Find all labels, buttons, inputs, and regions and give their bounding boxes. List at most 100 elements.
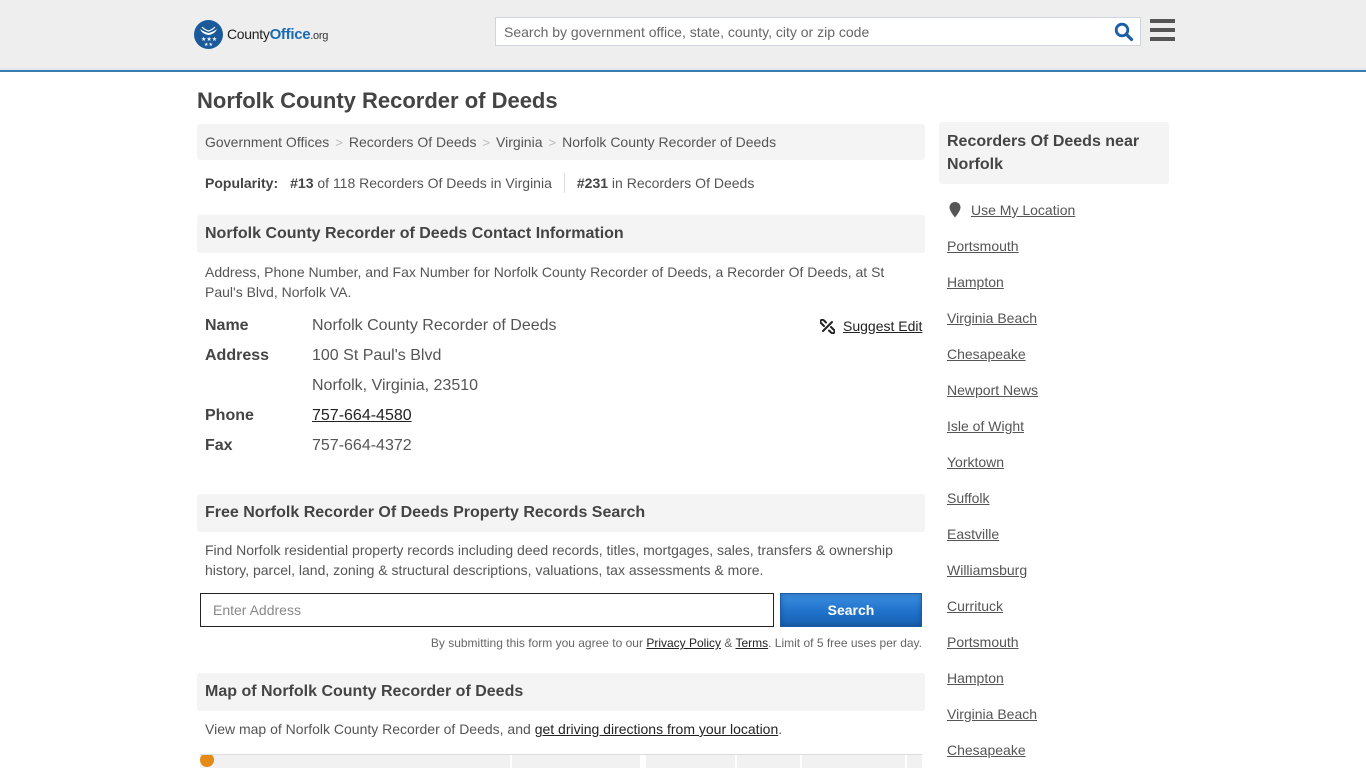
nearby-link-yorktown[interactable]: Yorktown [947, 454, 1004, 470]
eagle-stars-logo-icon: ★★★ ★★ [194, 20, 223, 49]
nearby-link-portsmouth-2[interactable]: Portsmouth [947, 634, 1019, 650]
state-rank-text: of 118 Recorders Of Deeds in Virginia [313, 175, 552, 191]
sidebar-heading: Recorders Of Deeds near Norfolk [939, 122, 1169, 184]
fax-label: Fax [205, 437, 233, 454]
breadcrumb-separator: > [482, 135, 491, 150]
restaurant-poi-icon[interactable] [200, 755, 214, 767]
national-rank-text: in Recorders Of Deeds [608, 175, 755, 191]
logo-text: CountyOffice.org [227, 26, 328, 43]
address-line1: 100 St Paul's Blvd [312, 347, 442, 364]
address-label: Address [205, 347, 270, 364]
privacy-policy-link[interactable]: Privacy Policy [646, 636, 721, 650]
phone-link[interactable]: 757-664-4580 [312, 407, 412, 424]
map-road [905, 755, 907, 768]
map-description: View map of Norfolk County Recorder of D… [205, 719, 905, 739]
breadcrumb-item-virginia[interactable]: Virginia [496, 134, 542, 150]
map-pin-icon [949, 202, 961, 218]
contact-info-heading: Norfolk County Recorder of Deeds Contact… [197, 215, 925, 253]
disclaimer-text: By submitting this form you agree to our [430, 636, 647, 650]
nearby-link-isle-of-wight[interactable]: Isle of Wight [947, 418, 1024, 434]
map-road [510, 755, 512, 768]
address-line2: Norfolk, Virginia, 23510 [312, 377, 479, 394]
nearby-offices-list: Portsmouth Hampton Virginia Beach Chesap… [947, 238, 1038, 778]
nearby-link-eastville[interactable]: Eastville [947, 526, 999, 542]
hamburger-menu-icon[interactable] [1150, 19, 1175, 41]
map-heading: Map of Norfolk County Recorder of Deeds [197, 673, 925, 711]
suggest-edit-link[interactable]: Suggest Edit [820, 318, 922, 334]
nearby-link-chesapeake[interactable]: Chesapeake [947, 346, 1026, 362]
info-row-address-2: Norfolk, Virginia, 23510 [205, 377, 478, 395]
disclaimer-text: . Limit of 5 free uses per day. [768, 636, 922, 650]
list-item: Yorktown [947, 454, 1038, 490]
property-search-heading: Free Norfolk Recorder Of Deeds Property … [197, 494, 925, 532]
use-my-location-link[interactable]: Use My Location [949, 202, 1075, 218]
contact-description: Address, Phone Number, and Fax Number fo… [205, 264, 885, 300]
site-logo[interactable]: ★★★ ★★ CountyOffice.org [194, 20, 328, 49]
state-rank: #13 of 118 Recorders Of Deeds in Virgini… [290, 175, 552, 191]
nearby-link-williamsburg[interactable]: Williamsburg [947, 562, 1027, 578]
menu-bar [1150, 37, 1175, 41]
site-search-input[interactable] [496, 18, 1106, 45]
name-value: Norfolk County Recorder of Deeds [312, 317, 557, 334]
nearby-link-currituck[interactable]: Currituck [947, 598, 1003, 614]
nearby-link-virginia-beach[interactable]: Virginia Beach [947, 310, 1037, 326]
nearby-link-hampton-2[interactable]: Hampton [947, 670, 1004, 686]
list-item: Virginia Beach [947, 706, 1038, 742]
popularity-bar: Popularity: #13 of 118 Recorders Of Deed… [205, 173, 754, 193]
list-item: Williamsburg [947, 562, 1038, 598]
breadcrumb-separator: > [335, 135, 343, 150]
list-item: Portsmouth [947, 634, 1038, 670]
popularity-divider [563, 173, 565, 193]
map-road [735, 755, 737, 768]
menu-bar [1150, 28, 1175, 32]
national-rank-number: #231 [576, 175, 609, 191]
list-item: Isle of Wight [947, 418, 1038, 454]
nearby-link-virginia-beach-2[interactable]: Virginia Beach [947, 706, 1037, 722]
nearby-link-chesapeake-2[interactable]: Chesapeake [947, 742, 1026, 758]
breadcrumb-item-recorders-of-deeds[interactable]: Recorders Of Deeds [349, 134, 477, 150]
disclaimer-text: & [721, 636, 736, 650]
breadcrumb-item-current: Norfolk County Recorder of Deeds [562, 134, 777, 150]
list-item: Virginia Beach [947, 310, 1038, 346]
name-label: Name [205, 317, 249, 334]
list-item: Suffolk [947, 490, 1038, 526]
popularity-label: Popularity: [205, 175, 279, 191]
logo-text-office: Office [269, 26, 311, 43]
breadcrumb: Government Offices > Recorders Of Deeds > Vi… [197, 124, 925, 160]
info-row-address: Address 100 St Paul's Blvd [205, 347, 441, 365]
driving-directions-link[interactable]: get driving directions from your locatio… [535, 721, 779, 737]
info-row-name: Name Norfolk County Recorder of Deeds [205, 317, 557, 335]
site-header: ★★★ ★★ CountyOffice.org [0, 0, 1366, 72]
property-search-button[interactable]: Search [780, 593, 922, 627]
map-road [640, 755, 646, 768]
menu-bar [1150, 19, 1175, 23]
list-item: Portsmouth [947, 238, 1038, 274]
suggest-edit-label: Suggest Edit [843, 318, 923, 334]
list-item: Hampton [947, 670, 1038, 706]
site-search [495, 17, 1141, 46]
list-item: Hampton [947, 274, 1038, 310]
list-item: Chesapeake [947, 346, 1038, 382]
state-rank-number: #13 [290, 175, 314, 191]
logo-text-org: .org [310, 30, 329, 42]
national-rank: #231 in Recorders Of Deeds [577, 175, 754, 191]
address-label-spacer [205, 377, 312, 395]
breadcrumb-item-government-offices[interactable]: Government Offices [205, 134, 329, 150]
breadcrumb-separator: > [548, 135, 557, 150]
address-input[interactable] [200, 593, 774, 627]
page-title: Norfolk County Recorder of Deeds [197, 88, 558, 113]
nearby-link-newport-news[interactable]: Newport News [947, 382, 1038, 398]
nearby-link-portsmouth[interactable]: Portsmouth [947, 238, 1019, 254]
map-description-text: . [778, 721, 783, 737]
location-map[interactable] [200, 754, 922, 768]
search-disclaimer: By submitting this form you agree to our… [200, 636, 922, 650]
phone-label: Phone [205, 407, 254, 424]
property-search-description: Find Norfolk residential property record… [205, 542, 893, 578]
search-icon[interactable] [1114, 22, 1134, 42]
terms-link[interactable]: Terms [735, 636, 768, 650]
use-my-location-label: Use My Location [971, 202, 1076, 218]
svg-text:★★: ★★ [204, 42, 213, 48]
nearby-link-suffolk[interactable]: Suffolk [947, 490, 990, 506]
info-row-fax: Fax 757-664-4372 [205, 437, 412, 455]
nearby-link-hampton[interactable]: Hampton [947, 274, 1004, 290]
